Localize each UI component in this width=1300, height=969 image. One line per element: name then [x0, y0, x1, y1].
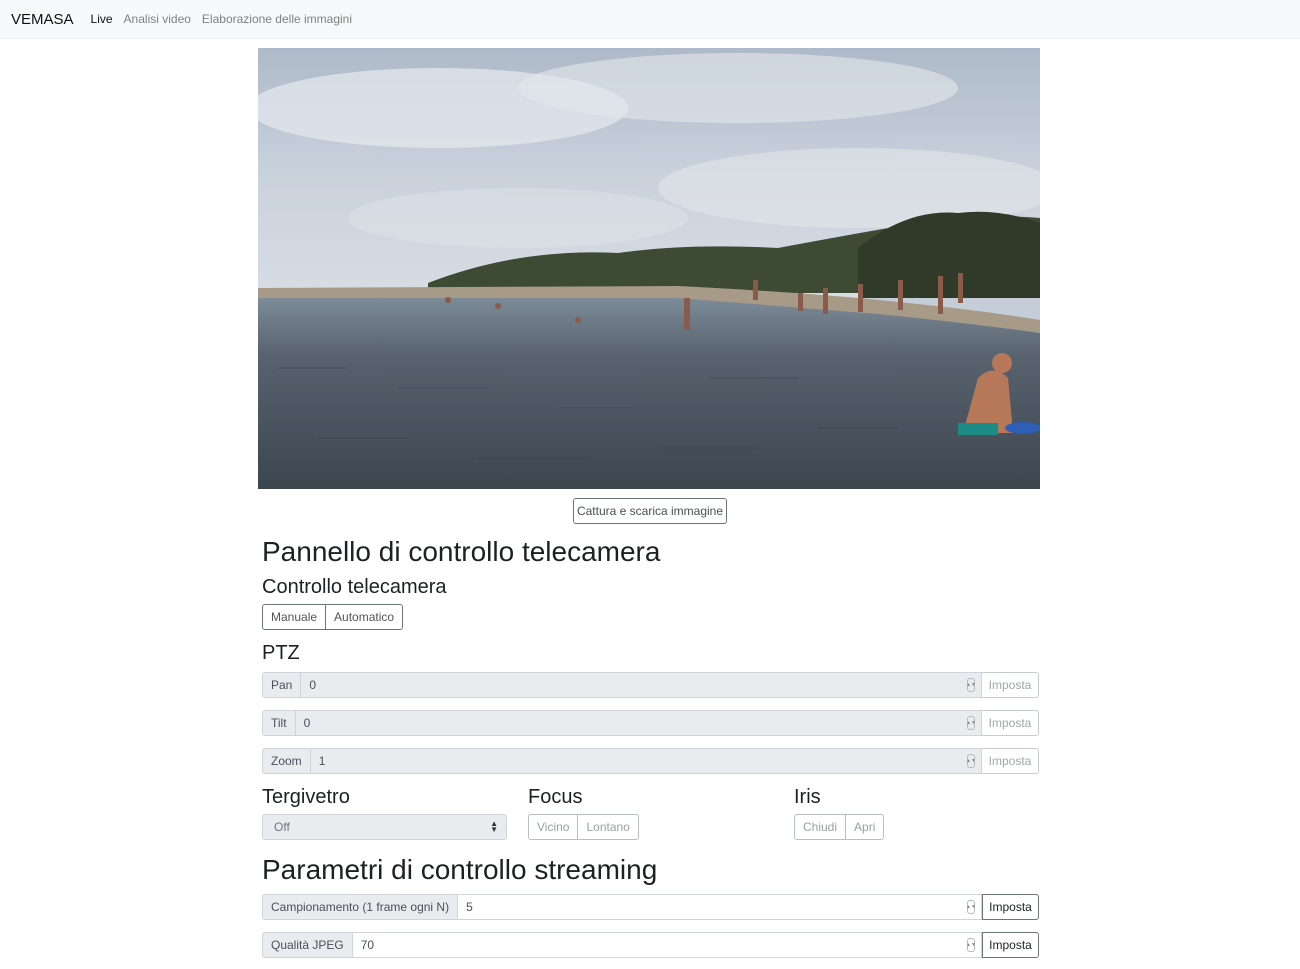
camera-control-title: Controllo telecamera [262, 576, 447, 598]
spinner-icon[interactable]: ▲▼ [966, 938, 976, 952]
jpeg-quality-set-button[interactable]: Imposta [982, 932, 1039, 958]
navbar: VEMASA Live Analisi video Elaborazione d… [0, 0, 1300, 39]
spinner-icon[interactable]: ▲▼ [966, 900, 976, 914]
pan-input[interactable]: 0 ▲▼ [300, 672, 982, 698]
pan-set-button[interactable]: Imposta [982, 672, 1039, 698]
beach-scene-image [258, 48, 1040, 489]
brand-logo[interactable]: VEMASA [11, 11, 74, 28]
streaming-title: Parametri di controllo streaming [262, 854, 658, 885]
jpeg-quality-value: 70 [360, 938, 375, 952]
automatic-mode-button[interactable]: Automatico [326, 604, 404, 630]
zoom-input[interactable]: 1 ▲▼ [309, 748, 982, 774]
spinner-icon[interactable]: ▲▼ [966, 678, 976, 692]
tilt-input[interactable]: 0 ▲▼ [294, 710, 982, 736]
ptz-zoom-row: Zoom 1 ▲▼ Imposta [262, 748, 1039, 774]
spinner-icon[interactable]: ▲▼ [966, 716, 976, 730]
iris-title: Iris [794, 786, 821, 808]
zoom-label: Zoom [262, 748, 310, 774]
ptz-tilt-row: Tilt 0 ▲▼ Imposta [262, 710, 1039, 736]
wiper-select[interactable]: Off ▲ ▼ [262, 814, 507, 840]
iris-button-group: Chiudi Apri [794, 814, 885, 840]
jpeg-quality-input[interactable]: 70 ▲▼ [351, 932, 982, 958]
nav-live[interactable]: Live [91, 12, 113, 26]
live-camera-image [258, 48, 1040, 489]
jpeg-quality-label: Qualità JPEG [262, 932, 352, 958]
pan-value: 0 [309, 678, 317, 692]
tilt-value: 0 [303, 716, 311, 730]
focus-button-group: Vicino Lontano [528, 814, 639, 840]
sampling-label: Campionamento (1 frame ogni N) [262, 894, 458, 920]
wiper-title: Tergivetro [262, 786, 350, 808]
sampling-set-button[interactable]: Imposta [982, 894, 1039, 920]
camera-panel-title: Pannello di controllo telecamera [262, 536, 661, 567]
focus-far-button[interactable]: Lontano [578, 814, 639, 840]
focus-title: Focus [528, 786, 583, 808]
nav-analisi-video[interactable]: Analisi video [124, 12, 191, 26]
spinner-icon[interactable]: ▲▼ [966, 754, 976, 768]
sampling-row: Campionamento (1 frame ogni N) 5 ▲▼ Impo… [262, 894, 1039, 920]
focus-near-button[interactable]: Vicino [528, 814, 579, 840]
nav-elaborazione-immagini[interactable]: Elaborazione delle immagini [202, 12, 352, 26]
ptz-title: PTZ [262, 642, 300, 664]
sampling-input[interactable]: 5 ▲▼ [457, 894, 982, 920]
tilt-set-button[interactable]: Imposta [982, 710, 1039, 736]
camera-mode-group: Manuale Automatico [262, 604, 404, 630]
wiper-selected-value: Off [274, 820, 290, 834]
sampling-value: 5 [466, 900, 473, 914]
manual-mode-button[interactable]: Manuale [262, 604, 327, 630]
zoom-value: 1 [318, 754, 326, 768]
iris-open-button[interactable]: Apri [846, 814, 885, 840]
ptz-pan-row: Pan 0 ▲▼ Imposta [262, 672, 1039, 698]
tilt-label: Tilt [262, 710, 295, 736]
jpeg-quality-row: Qualità JPEG 70 ▲▼ Imposta [262, 932, 1039, 958]
pan-label: Pan [262, 672, 301, 698]
capture-download-button[interactable]: Cattura e scarica immagine [573, 498, 727, 524]
select-caret-icon: ▲ ▼ [490, 819, 498, 834]
iris-close-button[interactable]: Chiudi [794, 814, 847, 840]
zoom-set-button[interactable]: Imposta [982, 748, 1039, 774]
